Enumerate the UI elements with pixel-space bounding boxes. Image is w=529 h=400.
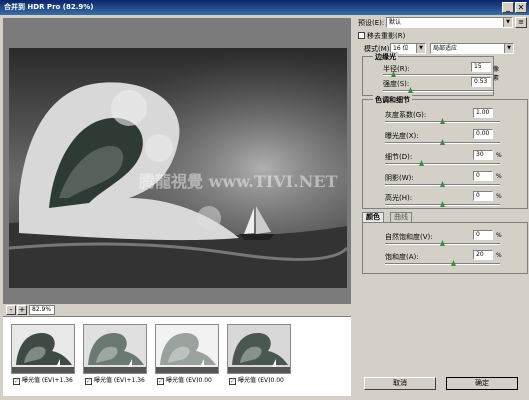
exposure-slider[interactable]	[385, 139, 500, 145]
highlight-input[interactable]: 0	[473, 191, 493, 201]
tab-color[interactable]: 颜色	[362, 212, 384, 222]
preset-label: 预设(E):	[358, 19, 385, 27]
radius-unit: 像素	[493, 66, 500, 82]
close-button[interactable]: ✕	[515, 2, 527, 13]
slider-thumb[interactable]	[440, 139, 445, 145]
chevron-down-icon: ▼	[504, 44, 513, 53]
slider-thumb[interactable]	[451, 260, 456, 266]
vibrance-label: 自然饱和度(V):	[385, 233, 433, 241]
preview-area: 腾龍視覺 www.TIVI.NET	[3, 18, 351, 316]
shadow-input[interactable]: 0	[473, 171, 493, 181]
thumbnail-checkbox[interactable]: ✓	[13, 378, 20, 385]
slider-thumb[interactable]	[419, 160, 424, 166]
tab-curve[interactable]: 曲线	[390, 212, 412, 222]
bit-depth-value: 16 位	[393, 45, 409, 52]
thumbnail-label: 曝光值 (EV)0.00	[238, 377, 284, 384]
gamma-label: 灰度系数(G):	[385, 111, 427, 119]
radius-slider[interactable]	[383, 71, 493, 77]
shadow-label: 阴影(W):	[385, 174, 414, 182]
saturation-slider[interactable]	[385, 260, 500, 266]
source-thumbnail[interactable]	[155, 324, 219, 374]
preset-value: 默认	[389, 19, 402, 26]
zoom-bar: - + 82.9%	[3, 304, 351, 316]
title-bar: 合并到 HDR Pro (82.9%) _ ✕	[0, 0, 529, 15]
thumbnail-label: 曝光值 (EV)0.00	[166, 377, 212, 384]
edge-glow-heading: 边缘光	[373, 52, 398, 62]
window-title: 合并到 HDR Pro (82.9%)	[4, 3, 94, 11]
source-thumbnail[interactable]	[227, 324, 291, 374]
color-curve-tabs: 颜色 曲线	[356, 212, 529, 222]
detail-slider[interactable]	[385, 160, 500, 166]
minimize-button[interactable]: _	[502, 2, 514, 13]
radius-input[interactable]: 15	[471, 62, 491, 72]
color-group: 自然饱和度(V): 0 % 饱和度(A): 20 %	[362, 222, 528, 274]
chevron-down-icon: ▼	[503, 18, 512, 27]
exposure-input[interactable]: 0.00	[473, 129, 493, 139]
highlight-label: 高光(H):	[385, 194, 413, 202]
strength-slider[interactable]	[383, 87, 493, 93]
strength-input[interactable]: 0.53	[471, 77, 491, 87]
ok-button[interactable]: 确定	[446, 377, 518, 390]
gamma-slider[interactable]	[385, 118, 500, 124]
settings-panel: 预设(E): 默认 ▼ ≡ 移去重影(R) 模式(M): 16 位 ▼ 局部适应…	[356, 16, 529, 400]
zoom-out-button[interactable]: -	[6, 305, 16, 315]
detail-unit: %	[496, 152, 502, 159]
cancel-button[interactable]: 取消	[364, 377, 436, 390]
thumbnail-checkbox[interactable]: ✓	[229, 378, 236, 385]
slider-thumb[interactable]	[440, 181, 445, 187]
remove-ghosts-checkbox[interactable]	[358, 32, 365, 39]
highlight-slider[interactable]	[385, 201, 500, 207]
zoom-level[interactable]: 82.9%	[29, 305, 55, 315]
watermark-text: 腾龍視覺 www.TIVI.NET	[139, 172, 338, 191]
preset-select[interactable]: 默认 ▼	[386, 17, 513, 28]
source-thumbnail[interactable]	[11, 324, 75, 374]
thumbnail-label: 曝光值 (EV)+1.36	[22, 377, 73, 384]
slider-thumb[interactable]	[440, 201, 445, 207]
shadow-slider[interactable]	[385, 181, 500, 187]
saturation-input[interactable]: 20	[473, 250, 493, 260]
slider-thumb[interactable]	[440, 118, 445, 124]
vibrance-unit: %	[496, 232, 502, 239]
slider-thumb[interactable]	[440, 240, 445, 246]
source-thumbnail[interactable]	[83, 324, 147, 374]
remove-ghosts-row[interactable]: 移去重影(R)	[358, 31, 405, 41]
gamma-input[interactable]: 1.00	[473, 108, 493, 118]
thumbnail-label: 曝光值 (EV)+1.36	[94, 377, 145, 384]
shadow-unit: %	[496, 173, 502, 180]
preview-image: 腾龍視覺 www.TIVI.NET	[9, 48, 347, 288]
source-thumbnails: ✓ 曝光值 (EV)+1.36 ✓ 曝光值 (EV)+1.36 ✓ 曝光值 (EV)0.0…	[3, 316, 351, 396]
method-value: 局部适应	[433, 45, 458, 52]
remove-ghosts-label: 移去重影(R)	[367, 32, 406, 40]
vibrance-input[interactable]: 0	[473, 230, 493, 240]
thumbnail-caption: ✓ 曝光值 (EV)+1.36	[85, 375, 145, 385]
zoom-in-button[interactable]: +	[17, 305, 27, 315]
highlight-unit: %	[496, 193, 502, 200]
radius-label: 半径(R):	[383, 65, 410, 73]
method-select[interactable]: 局部适应 ▼	[430, 43, 514, 54]
tone-detail-heading: 色调和细节	[373, 95, 412, 105]
saturation-unit: %	[496, 252, 502, 259]
chevron-down-icon: ▼	[416, 44, 425, 53]
thumbnail-checkbox[interactable]: ✓	[85, 378, 92, 385]
saturation-label: 饱和度(A):	[385, 253, 419, 261]
detail-label: 细节(D):	[385, 153, 413, 161]
preset-menu-button[interactable]: ≡	[515, 17, 527, 28]
thumbnail-caption: ✓ 曝光值 (EV)0.00	[229, 375, 284, 385]
tone-detail-group: 色调和细节 灰度系数(G): 1.00 曝光度(X): 0.00 细节(D): …	[362, 95, 528, 209]
vibrance-slider[interactable]	[385, 240, 500, 246]
edge-glow-group: 边缘光 半径(R): 15 像素 强度(S): 0.53	[362, 52, 499, 96]
detail-input[interactable]: 30	[473, 150, 493, 160]
thumbnail-caption: ✓ 曝光值 (EV)0.00	[157, 375, 212, 385]
thumbnail-caption: ✓ 曝光值 (EV)+1.36	[13, 375, 73, 385]
thumbnail-checkbox[interactable]: ✓	[157, 378, 164, 385]
strength-label: 强度(S):	[383, 80, 410, 88]
exposure-label: 曝光度(X):	[385, 132, 419, 140]
